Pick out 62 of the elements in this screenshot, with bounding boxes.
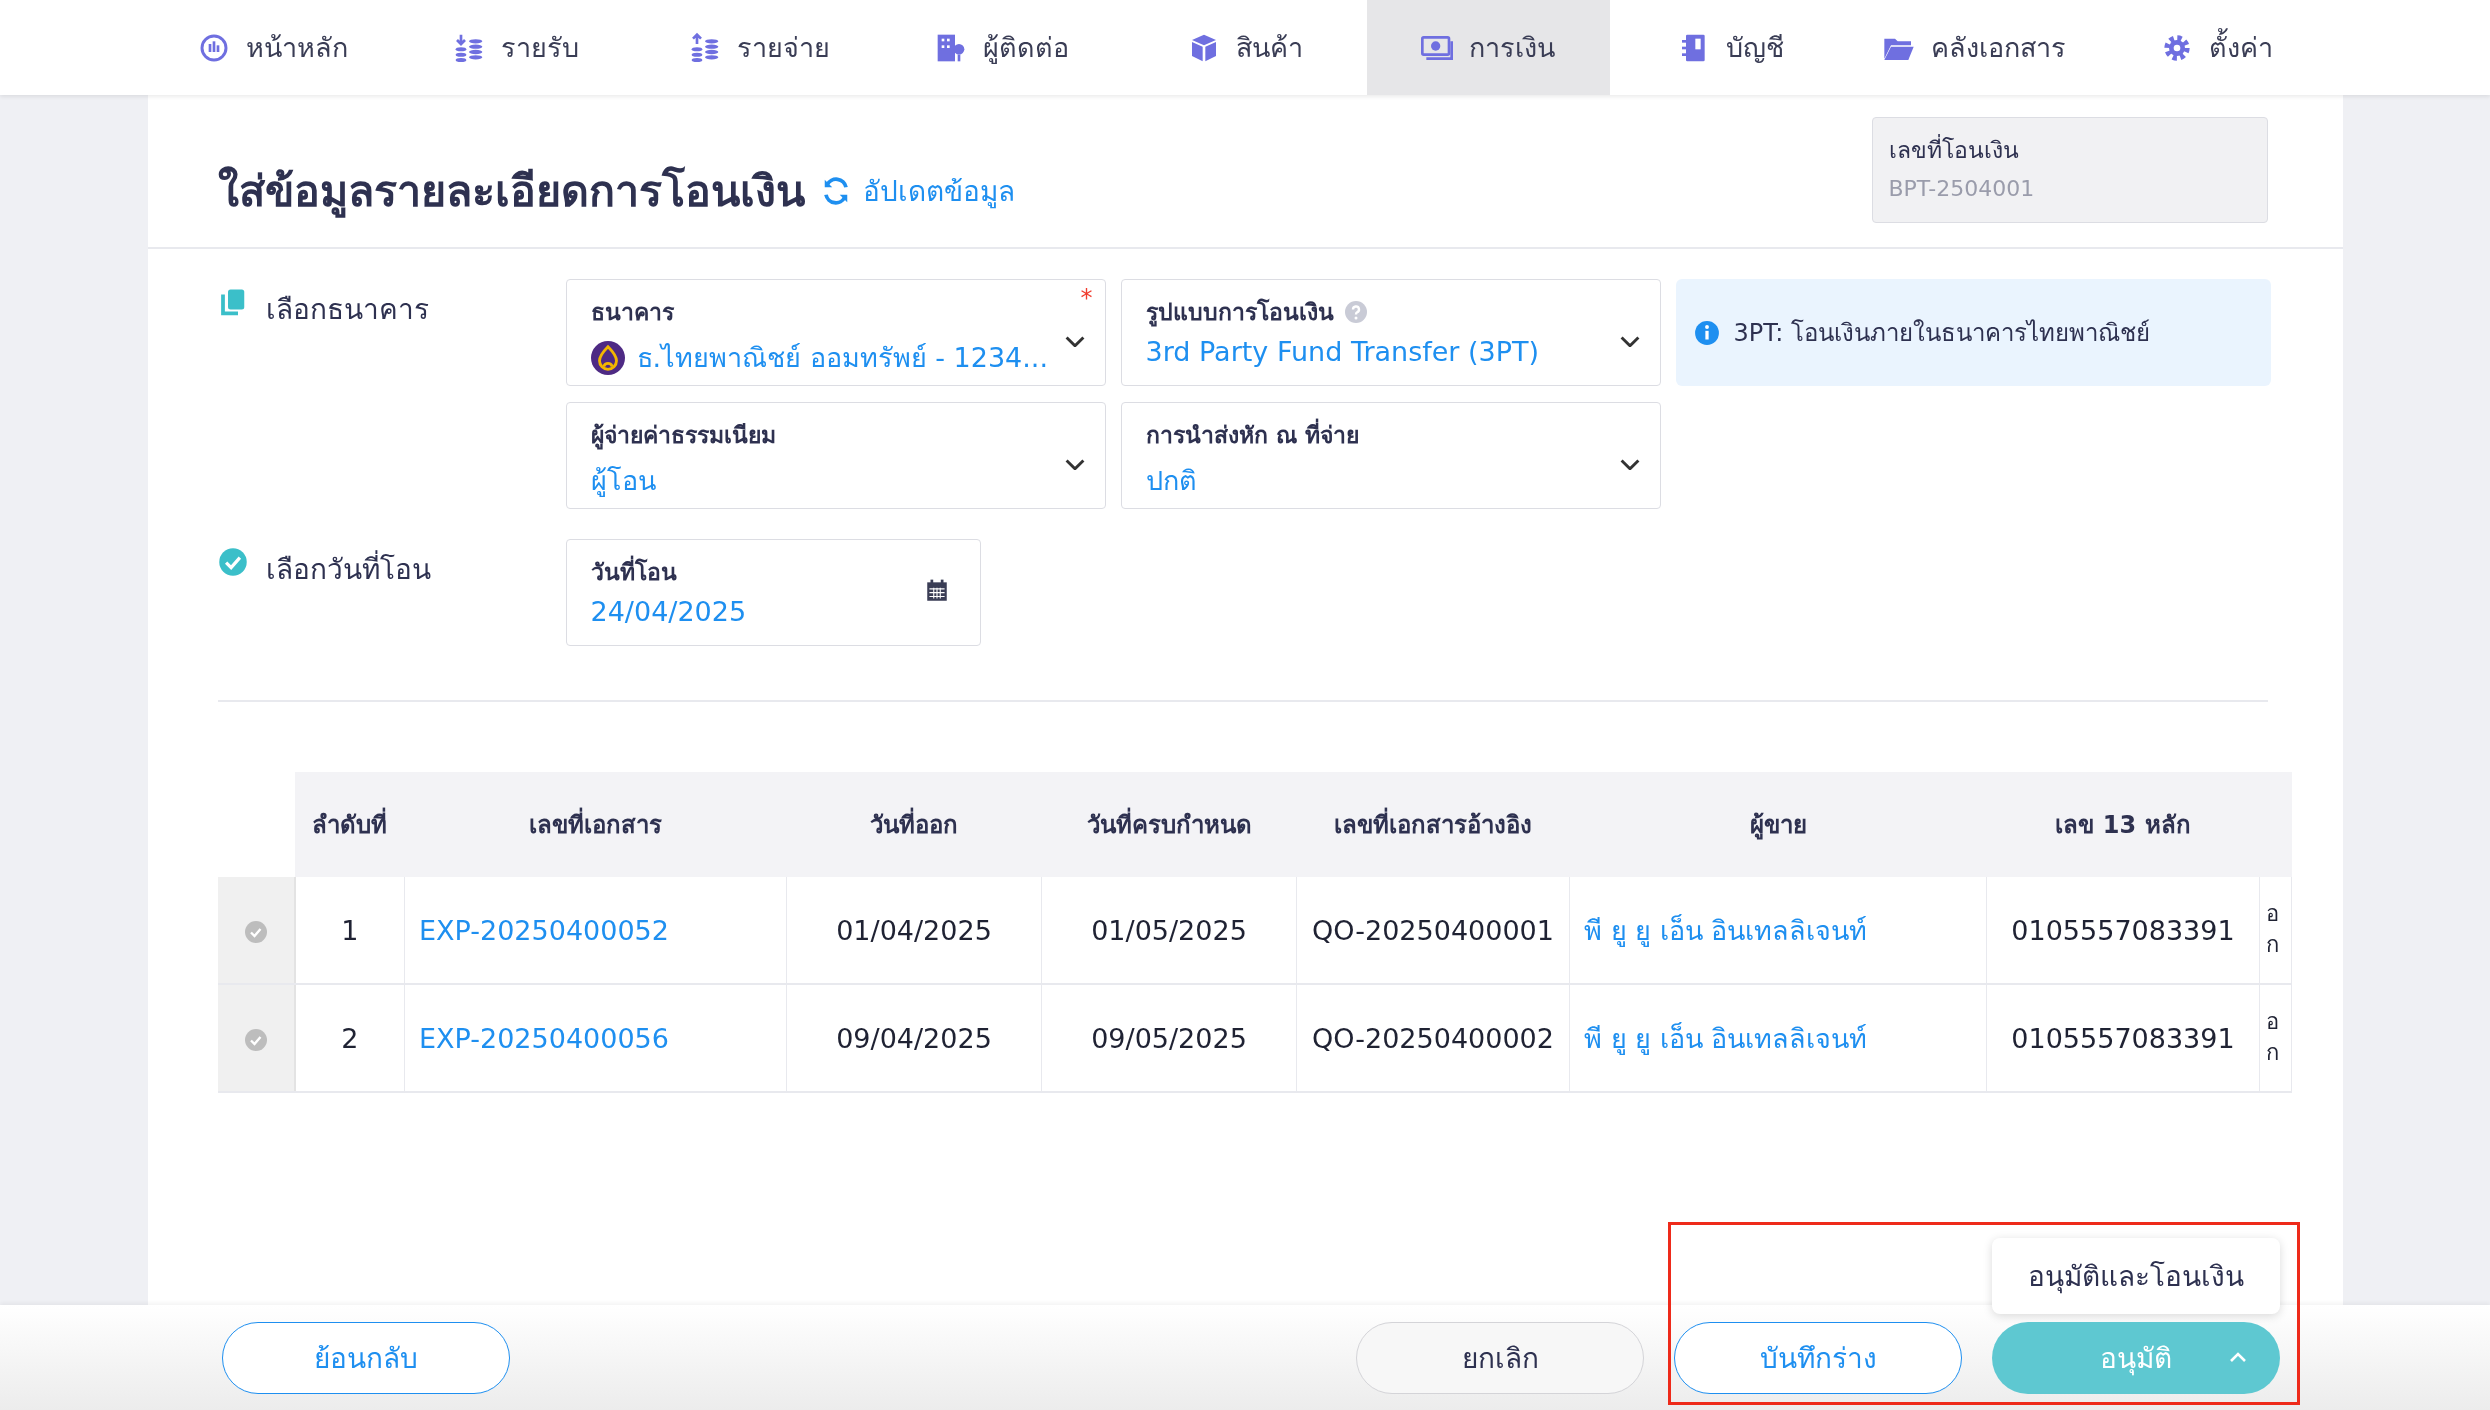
column-header: ผู้ขาย xyxy=(1569,772,1987,877)
table-cell: 01/04/2025 xyxy=(836,914,992,946)
field-value: ปกติ xyxy=(1145,464,1197,498)
table-cell-text: อ ก xyxy=(2266,900,2280,959)
chevron-down-icon xyxy=(1619,334,1640,347)
cancel-button[interactable]: ยกเลิก xyxy=(1356,1321,1644,1394)
select-field[interactable]: รูปแบบการโอนเงิน 3rd Party Fund Transfer (3PT) xyxy=(1120,279,1661,386)
section-label: เลือกวันที่โอน xyxy=(265,547,431,591)
field-label: ผู้จ่ายค่าธรรมเนียม xyxy=(590,421,776,452)
bank-logo-icon xyxy=(590,340,625,375)
chevron-down-icon xyxy=(1064,334,1085,347)
field-label: เลขที่โอนเงิน xyxy=(1888,132,2251,168)
column-header: เลขที่เอกสารอ้างอิง xyxy=(1296,772,1570,877)
table-cell: 01/05/2025 xyxy=(1091,914,1247,946)
nav-tab[interactable]: สินค้า xyxy=(1123,0,1367,95)
table-cell: 2 xyxy=(341,1022,359,1054)
nav-tab[interactable]: รายจ่าย xyxy=(637,0,881,95)
field-value: ธ.ไทยพาณิชย์ ออมทรัพย์ - 1234... xyxy=(636,341,1049,375)
select-field[interactable]: ธนาคาร * ธ.ไทยพาณิชย์ ออมทรัพย์ - 1234... xyxy=(565,279,1106,386)
select-field[interactable]: การนำส่งหัก ณ ที่จ่าย ปกติ xyxy=(1120,402,1661,509)
nav-tab[interactable]: ผู้ติดต่อ xyxy=(880,0,1124,95)
field-value: 3rd Party Fund Transfer (3PT) xyxy=(1145,336,1540,367)
table-cell: 0105557083391 xyxy=(2011,914,2235,946)
field-label: ธนาคาร xyxy=(590,298,674,327)
chevron-down-icon xyxy=(1064,457,1085,470)
date-field[interactable]: วันที่โอน 24/04/2025 xyxy=(565,539,981,646)
field-label: การนำส่งหัก ณ ที่จ่าย xyxy=(1145,417,1359,453)
table-cell: 0105557083391 xyxy=(2011,1022,2235,1054)
page-title: ใส่ข้อมูลรายละเอียดการโอนเงิน xyxy=(217,165,805,220)
approve-menu-item[interactable]: อนุมัติและโอนเงิน xyxy=(2028,1253,2244,1298)
nav-tab[interactable]: หน้าหลัก xyxy=(151,0,395,95)
column-header: ลำดับที่ xyxy=(294,772,405,877)
table-cell: QO-20250400001 xyxy=(1312,914,1554,946)
nav-tab[interactable]: รายรับ xyxy=(394,0,638,95)
help-icon xyxy=(1343,300,1368,324)
info-icon xyxy=(1693,319,1720,346)
table-cell: 09/04/2025 xyxy=(836,1022,992,1054)
select-field[interactable]: ผู้จ่ายค่าธรรมเนียม ผู้โอน xyxy=(565,402,1106,509)
nav-tab[interactable]: คลังเอกสาร xyxy=(1852,0,2096,95)
row-select-toggle[interactable] xyxy=(243,920,268,944)
nav-tab[interactable]: การเงิน xyxy=(1366,0,1610,95)
info-text: 3PT: โอนเงินภายในธนาคารไทยพาณิชย์ xyxy=(1733,318,2150,349)
column-header: วันที่ออก xyxy=(786,772,1042,877)
chevron-down-icon xyxy=(1619,457,1640,470)
column-header: วันที่ครบกำหนด xyxy=(1041,772,1297,877)
section-label: เลือกธนาคาร xyxy=(265,292,429,328)
field-label: วันที่โอน xyxy=(590,554,677,590)
table-cell: 09/05/2025 xyxy=(1091,1022,1247,1054)
field-value: 24/04/2025 xyxy=(590,596,747,627)
table-cell-text: อ ก xyxy=(2266,1008,2280,1067)
column-header: เลขที่เอกสาร xyxy=(404,772,787,877)
table-cell: 1 xyxy=(341,914,359,946)
column-header: เลข 13 หลัก xyxy=(1986,772,2260,877)
nav-tab[interactable]: บัญชี xyxy=(1609,0,1853,95)
table-cell: QO-20250400002 xyxy=(1312,1022,1554,1054)
nav-tab[interactable]: ตั้งค่า xyxy=(2095,0,2339,95)
row-select-toggle[interactable] xyxy=(243,1028,268,1052)
field-label: รูปแบบการโอนเงิน xyxy=(1145,297,1334,329)
field-value: BPT-2504001 xyxy=(1888,176,2036,201)
field-value: ผู้โอน xyxy=(590,464,656,499)
required-mark: * xyxy=(1080,284,1093,312)
check-circle-icon xyxy=(217,547,248,577)
